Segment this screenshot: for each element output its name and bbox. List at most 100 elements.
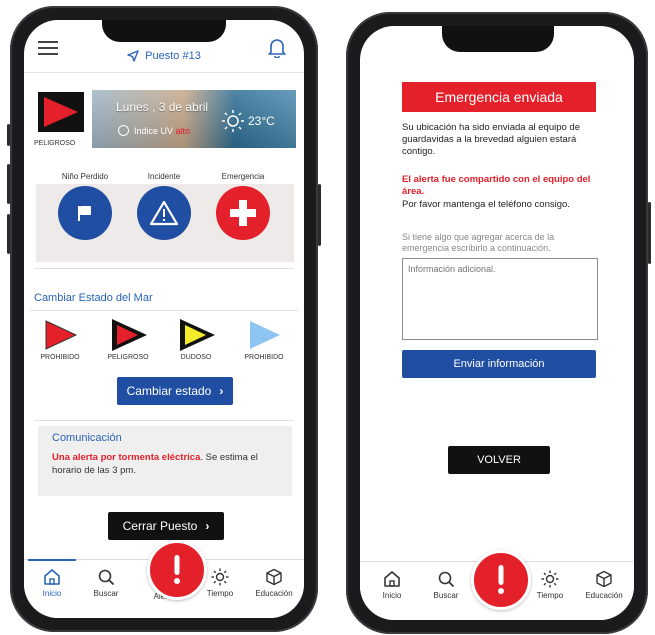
send-info-button[interactable]: Enviar información: [402, 350, 596, 378]
blue-flag-icon: [250, 321, 280, 349]
report-label-incident: Incidente: [147, 172, 181, 181]
exclamation-icon: [174, 555, 180, 584]
chevron-right-icon: ›: [219, 384, 224, 398]
uv-index: Indice UV alto: [118, 125, 190, 136]
info-icon: [118, 125, 129, 136]
search-icon: [98, 569, 115, 586]
tab-educacion[interactable]: Educación: [248, 568, 300, 598]
flag-option-label: PROHIBIDO: [244, 354, 284, 361]
station-label: Puesto #13: [84, 48, 244, 64]
cross-icon: [230, 200, 256, 226]
close-station-button[interactable]: Cerrar Puesto ›: [108, 512, 224, 540]
alert-shared-message: El alerta fue compartido con el equipo d…: [402, 174, 591, 197]
exclamation-icon: [498, 565, 504, 594]
volume-up: [7, 164, 10, 204]
tab-label: Inicio: [42, 589, 62, 598]
home-screen: Puesto #13 PELIGROSO Lunes , 3 de abril …: [24, 20, 304, 618]
alert-button[interactable]: [147, 540, 207, 600]
tab-label: Tiempo: [206, 589, 234, 598]
flag-option-label: PROHIBIDO: [40, 354, 80, 361]
current-flag-label: PELIGROSO: [34, 140, 76, 147]
tab-label: Inicio: [382, 591, 402, 600]
chevron-right-icon: ›: [205, 519, 210, 533]
warning-icon: [149, 200, 179, 226]
tab-inicio[interactable]: Inicio: [366, 570, 418, 600]
weather-banner: Lunes , 3 de abril Indice UV alto 23°C: [92, 90, 296, 148]
volume-down: [7, 214, 10, 254]
close-station-label: Cerrar Puesto: [122, 519, 198, 533]
sea-flags: PROHIBIDO PELIGROSO DUDOSO PROHIBIDO: [30, 318, 298, 378]
station-name: Puesto #13: [145, 50, 201, 62]
current-flag-status: PELIGROSO: [34, 92, 92, 152]
sea-section-title: Cambiar Estado del Mar: [34, 292, 153, 304]
power-button: [318, 184, 321, 246]
tab-tiempo[interactable]: Tiempo: [524, 570, 576, 600]
bell-icon[interactable]: [268, 38, 286, 58]
report-label-emergency: Emergencia: [221, 172, 265, 181]
section-divider: [34, 268, 294, 269]
mute-switch: [7, 124, 10, 146]
home-icon: [44, 569, 60, 585]
active-tab-indicator: [28, 559, 76, 561]
alert-button[interactable]: [471, 550, 531, 610]
keep-phone-message: Por favor mantenga el teléfono consigo.: [402, 199, 570, 210]
flag-option-label: PELIGROSO: [107, 354, 149, 361]
cube-icon: [596, 570, 612, 588]
section-divider: [34, 420, 294, 421]
change-state-label: Cambiar estado: [126, 384, 212, 398]
emergency-screen: Emergencia enviada Su ubicación ha sido …: [360, 26, 634, 620]
sun-icon: [541, 570, 559, 588]
location-sent-message: Su ubicación ha sido enviada al equipo d…: [402, 122, 580, 157]
search-icon: [438, 571, 455, 588]
tab-label: Tiempo: [536, 591, 564, 600]
flag-option-prohibido-blue[interactable]: PROHIBIDO: [238, 318, 290, 376]
lost-child-button[interactable]: [58, 186, 112, 240]
communication-message: Una alerta por tormenta eléctrica. Se es…: [52, 451, 280, 477]
temperature: 23°C: [248, 114, 275, 128]
emergency-button[interactable]: [216, 186, 270, 240]
incident-button[interactable]: [137, 186, 191, 240]
back-button[interactable]: VOLVER: [448, 446, 550, 474]
flag-option-label: DUDOSO: [180, 354, 212, 361]
emergency-sent-banner: Emergencia enviada: [402, 82, 596, 112]
sea-divider: [30, 310, 298, 311]
report-label-lost-child: Niño Perdido: [61, 172, 109, 181]
additional-info-field[interactable]: [402, 258, 598, 340]
tab-buscar[interactable]: Buscar: [80, 568, 132, 598]
notch: [442, 26, 554, 52]
weather-date: Lunes , 3 de abril: [116, 100, 209, 114]
flag-option-peligroso[interactable]: PELIGROSO: [102, 318, 154, 376]
cube-icon: [266, 568, 282, 586]
notch: [102, 20, 226, 42]
change-state-button[interactable]: Cambiar estado ›: [117, 377, 233, 405]
sun-icon: [222, 110, 244, 132]
phone-emergency: Emergencia enviada Su ubicación ha sido …: [346, 12, 651, 634]
header-divider: [24, 72, 304, 73]
red-black-flag-icon: [112, 319, 147, 351]
uv-label: Indice UV: [134, 125, 174, 136]
uv-level: alto: [175, 125, 191, 136]
red-flag-icon: [45, 320, 78, 350]
flag-option-prohibido[interactable]: PROHIBIDO: [34, 318, 86, 376]
communication-title: Comunicación: [52, 432, 122, 444]
tab-label: Educación: [585, 591, 623, 600]
communication-panel: Comunicación Una alerta por tormenta elé…: [38, 426, 292, 496]
sun-icon: [211, 568, 229, 586]
flag-option-dudoso[interactable]: DUDOSO: [170, 318, 222, 376]
flag-icon: [78, 206, 91, 221]
navigation-icon: [127, 50, 139, 62]
tab-inicio[interactable]: Inicio: [26, 568, 78, 598]
tab-educacion[interactable]: Educación: [578, 570, 630, 600]
tab-label: Educación: [255, 589, 293, 598]
home-icon: [384, 571, 400, 587]
add-info-hint: Si tiene algo que agregar acerca de la e…: [402, 232, 555, 253]
red-flag-icon: [38, 92, 84, 132]
report-buttons: Niño Perdido Incidente Emergencia: [30, 172, 300, 262]
yellow-flag-icon: [180, 319, 215, 351]
tab-label: Buscar: [433, 591, 459, 600]
communication-alert: Una alerta por tormenta eléctrica: [52, 452, 201, 463]
power-button: [648, 202, 651, 264]
menu-icon[interactable]: [38, 40, 58, 56]
tab-label: Buscar: [93, 589, 119, 598]
tab-buscar[interactable]: Buscar: [420, 570, 472, 600]
